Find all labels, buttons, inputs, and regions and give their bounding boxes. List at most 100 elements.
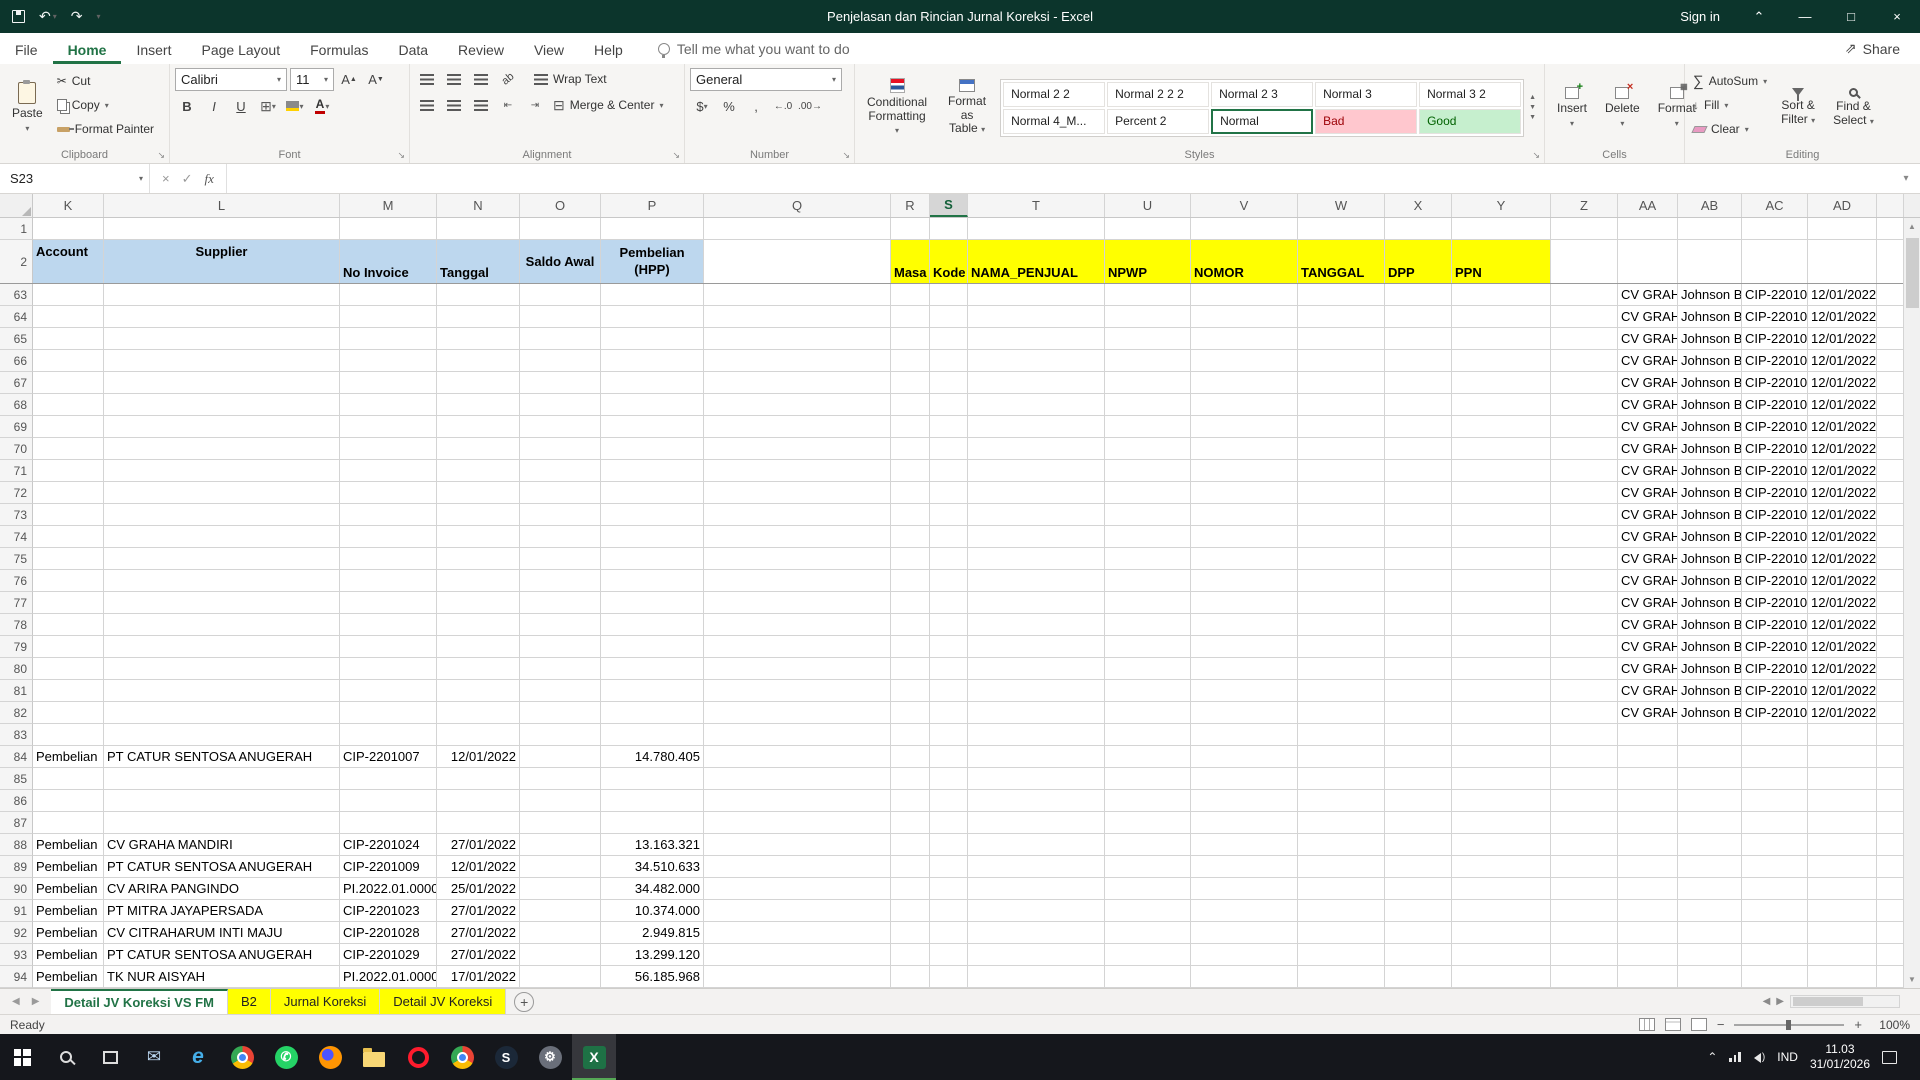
- cell-AD64[interactable]: 12/01/2022: [1808, 306, 1877, 328]
- cell-X85[interactable]: [1385, 768, 1452, 790]
- cell-AB93[interactable]: [1678, 944, 1742, 966]
- cell-N75[interactable]: [437, 548, 520, 570]
- cell-L66[interactable]: [104, 350, 340, 372]
- borders-button[interactable]: ⊞▾: [256, 95, 280, 117]
- cell-AC68[interactable]: CIP-22010: [1742, 394, 1808, 416]
- cell-W92[interactable]: [1298, 922, 1385, 944]
- cell-V84[interactable]: [1191, 746, 1298, 768]
- font-color-button[interactable]: A▾: [310, 95, 334, 117]
- cell-L2[interactable]: Supplier: [104, 240, 340, 283]
- align-left-button[interactable]: [415, 94, 439, 116]
- cell-P77[interactable]: [601, 592, 704, 614]
- cell-T88[interactable]: [968, 834, 1105, 856]
- increase-font-button[interactable]: A▲: [337, 69, 361, 91]
- cell-AB88[interactable]: [1678, 834, 1742, 856]
- cell-AD85[interactable]: [1808, 768, 1877, 790]
- cell-K89[interactable]: Pembelian: [33, 856, 104, 878]
- cell-N82[interactable]: [437, 702, 520, 724]
- cell-Z84[interactable]: [1551, 746, 1618, 768]
- align-right-button[interactable]: [469, 94, 493, 116]
- cell-S65[interactable]: [930, 328, 968, 350]
- tell-me-box[interactable]: Tell me what you want to do: [658, 41, 850, 64]
- cell-AC1[interactable]: [1742, 218, 1808, 240]
- cell-S93[interactable]: [930, 944, 968, 966]
- action-center-icon[interactable]: [1882, 1051, 1897, 1064]
- cell-P74[interactable]: [601, 526, 704, 548]
- cell-P84[interactable]: 14.780.405: [601, 746, 704, 768]
- cell-Q70[interactable]: [704, 438, 891, 460]
- cell-X83[interactable]: [1385, 724, 1452, 746]
- cell-S71[interactable]: [930, 460, 968, 482]
- hidden-icons-chevron[interactable]: ⌃: [1707, 1050, 1717, 1064]
- cell-Z92[interactable]: [1551, 922, 1618, 944]
- taskbar-whatsapp-button[interactable]: ✆: [264, 1034, 308, 1080]
- redo-button[interactable]: ↷: [71, 8, 83, 25]
- column-header-U[interactable]: U: [1105, 194, 1191, 217]
- cell-M77[interactable]: [340, 592, 437, 614]
- cell-N76[interactable]: [437, 570, 520, 592]
- cell-U73[interactable]: [1105, 504, 1191, 526]
- cell-M90[interactable]: PI.2022.01.00006: [340, 878, 437, 900]
- cell-V92[interactable]: [1191, 922, 1298, 944]
- cell-AD77[interactable]: 12/01/2022: [1808, 592, 1877, 614]
- cell-AA92[interactable]: [1618, 922, 1678, 944]
- cell-P86[interactable]: [601, 790, 704, 812]
- increase-decimal-button[interactable]: ←.0: [771, 95, 795, 117]
- cell-U90[interactable]: [1105, 878, 1191, 900]
- tab-page-layout[interactable]: Page Layout: [186, 37, 295, 64]
- conditional-formatting-button[interactable]: ConditionalFormatting ▾: [860, 68, 934, 147]
- cell-R94[interactable]: [891, 966, 930, 988]
- cut-button[interactable]: ✂Cut: [54, 70, 157, 92]
- cell-Y65[interactable]: [1452, 328, 1551, 350]
- cell-O66[interactable]: [520, 350, 601, 372]
- cell-R69[interactable]: [891, 416, 930, 438]
- cell-O68[interactable]: [520, 394, 601, 416]
- cell-AD74[interactable]: 12/01/2022: [1808, 526, 1877, 548]
- save-button[interactable]: [12, 10, 25, 23]
- cell-U85[interactable]: [1105, 768, 1191, 790]
- cell-V87[interactable]: [1191, 812, 1298, 834]
- cell-Y64[interactable]: [1452, 306, 1551, 328]
- cell-AA91[interactable]: [1618, 900, 1678, 922]
- cell-K71[interactable]: [33, 460, 104, 482]
- cell-Q87[interactable]: [704, 812, 891, 834]
- cell-AA72[interactable]: CV GRAHA: [1618, 482, 1678, 504]
- cell-R84[interactable]: [891, 746, 930, 768]
- cell-R87[interactable]: [891, 812, 930, 834]
- cell-Q63[interactable]: [704, 284, 891, 306]
- cell-W78[interactable]: [1298, 614, 1385, 636]
- cell-AC65[interactable]: CIP-22010: [1742, 328, 1808, 350]
- cell-W77[interactable]: [1298, 592, 1385, 614]
- taskbar-edge-button[interactable]: e: [176, 1034, 220, 1080]
- cell-Y81[interactable]: [1452, 680, 1551, 702]
- cell-P92[interactable]: 2.949.815: [601, 922, 704, 944]
- horizontal-scrollbar-track[interactable]: [1790, 995, 1900, 1008]
- cell-AB78[interactable]: Johnson Ba: [1678, 614, 1742, 636]
- cell-K72[interactable]: [33, 482, 104, 504]
- cell-AD92[interactable]: [1808, 922, 1877, 944]
- cell-M83[interactable]: [340, 724, 437, 746]
- cell-S94[interactable]: [930, 966, 968, 988]
- cell-O80[interactable]: [520, 658, 601, 680]
- cell-AA76[interactable]: CV GRAHA: [1618, 570, 1678, 592]
- cell-R66[interactable]: [891, 350, 930, 372]
- cell-N80[interactable]: [437, 658, 520, 680]
- cell-S88[interactable]: [930, 834, 968, 856]
- cell-T66[interactable]: [968, 350, 1105, 372]
- cell-Z85[interactable]: [1551, 768, 1618, 790]
- cell-O73[interactable]: [520, 504, 601, 526]
- cell-R82[interactable]: [891, 702, 930, 724]
- cell-M72[interactable]: [340, 482, 437, 504]
- select-all-corner[interactable]: [0, 194, 33, 217]
- format-painter-button[interactable]: Format Painter: [54, 118, 157, 140]
- cell-Q64[interactable]: [704, 306, 891, 328]
- cell-T65[interactable]: [968, 328, 1105, 350]
- row-header-91[interactable]: 91: [0, 900, 33, 922]
- cell-AD76[interactable]: 12/01/2022: [1808, 570, 1877, 592]
- cell-AB63[interactable]: Johnson Ba: [1678, 284, 1742, 306]
- cell-Y75[interactable]: [1452, 548, 1551, 570]
- cell-V63[interactable]: [1191, 284, 1298, 306]
- cell-Z78[interactable]: [1551, 614, 1618, 636]
- cell-V64[interactable]: [1191, 306, 1298, 328]
- cell-Q90[interactable]: [704, 878, 891, 900]
